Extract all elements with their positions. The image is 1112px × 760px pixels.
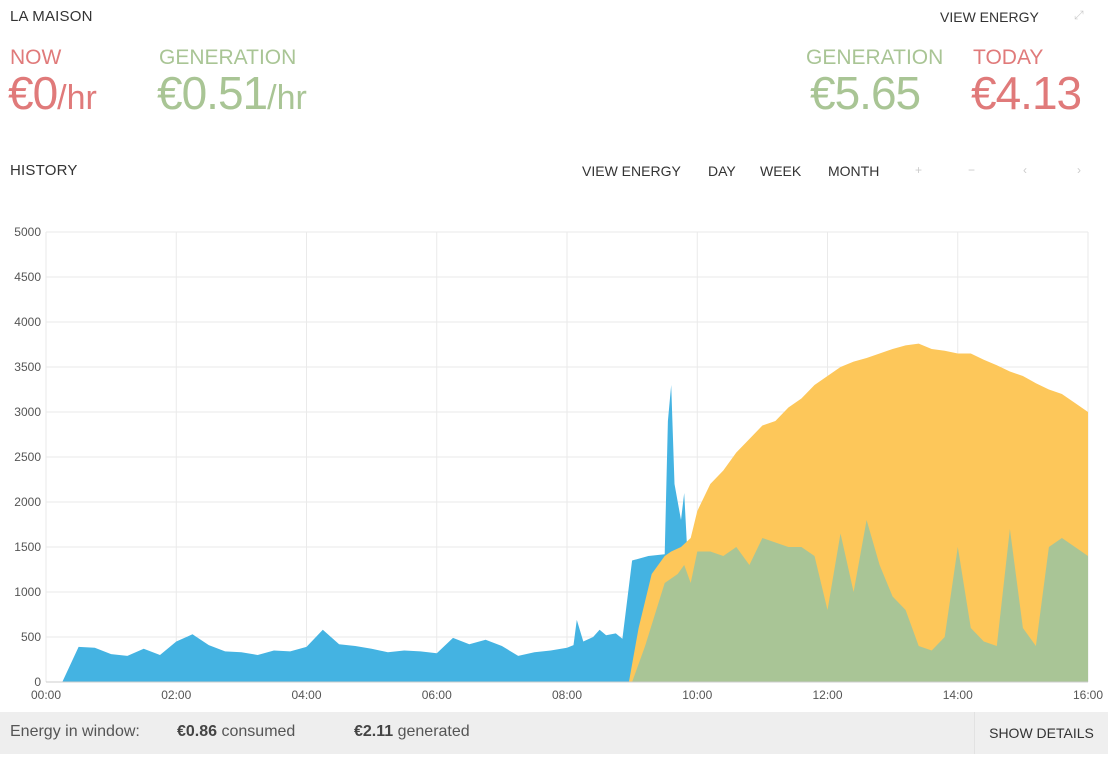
x-tick-label: 08:00 [552, 688, 582, 702]
today-value-block: €4.13 [971, 67, 1082, 119]
expand-icon[interactable]: ⤢ [1074, 8, 1084, 23]
month-button[interactable]: MONTH [828, 163, 879, 179]
x-tick-label: 12:00 [812, 688, 842, 702]
x-tick-label: 06:00 [422, 688, 452, 702]
history-title: HISTORY [10, 162, 78, 179]
energy-window-label: Energy in window: [10, 723, 140, 740]
history-chart[interactable]: 0 500 1000 1500 2000 2500 3000 3500 4000 4500 5000… [0, 220, 1112, 710]
site-title: LA MAISON [10, 8, 93, 25]
today-value: €4.13 [971, 67, 1082, 119]
now-unit: /hr [57, 79, 97, 117]
y-tick-label: 0 [34, 675, 41, 689]
consumed-summary: €0.86 consumed [177, 723, 295, 741]
generation-total-value: €5.65 [810, 67, 921, 119]
y-tick-label: 2000 [14, 495, 41, 509]
generated-value: €2.11 [354, 723, 394, 740]
energy-summary-bar: Energy in window: €0.86 consumed €2.11 g… [0, 712, 1108, 754]
show-details-button[interactable]: SHOW DETAILS [974, 712, 1108, 754]
zoom-out-icon[interactable]: − [968, 163, 975, 177]
chart-series [62, 343, 1088, 682]
generation-rate-unit: /hr [267, 79, 307, 117]
generation-total-block: €5.65 [810, 67, 921, 119]
next-icon[interactable]: › [1077, 163, 1081, 177]
y-tick-label: 2500 [14, 450, 41, 464]
week-button[interactable]: WEEK [760, 163, 801, 179]
prev-icon[interactable]: ‹ [1023, 163, 1027, 177]
consumed-value: €0.86 [177, 723, 218, 740]
y-tick-label: 3500 [14, 360, 41, 374]
x-tick-label: 16:00 [1073, 688, 1103, 702]
x-tick-label: 02:00 [161, 688, 191, 702]
y-tick-label: 4000 [14, 315, 41, 329]
y-tick-label: 1000 [14, 585, 41, 599]
history-view-energy-button[interactable]: VIEW ENERGY [582, 163, 681, 179]
x-tick-label: 00:00 [31, 688, 61, 702]
y-tick-label: 3000 [14, 405, 41, 419]
generated-text: generated [397, 723, 470, 740]
now-value-block: €0/hr [8, 70, 97, 118]
day-button[interactable]: DAY [708, 163, 736, 179]
zoom-in-icon[interactable]: + [915, 163, 922, 177]
generated-summary: €2.11 generated [354, 723, 470, 741]
y-tick-label: 5000 [14, 225, 41, 239]
y-tick-label: 1500 [14, 540, 41, 554]
view-energy-button[interactable]: VIEW ENERGY [940, 9, 1039, 25]
x-tick-label: 14:00 [943, 688, 973, 702]
now-value: €0 [8, 67, 58, 119]
generation-rate-value: €0.51 [157, 67, 268, 119]
x-tick-label: 10:00 [682, 688, 712, 702]
x-tick-label: 04:00 [291, 688, 321, 702]
generation-rate-block: €0.51/hr [157, 70, 307, 118]
y-tick-label: 500 [21, 630, 41, 644]
y-tick-label: 4500 [14, 270, 41, 284]
consumed-text: consumed [221, 723, 296, 740]
